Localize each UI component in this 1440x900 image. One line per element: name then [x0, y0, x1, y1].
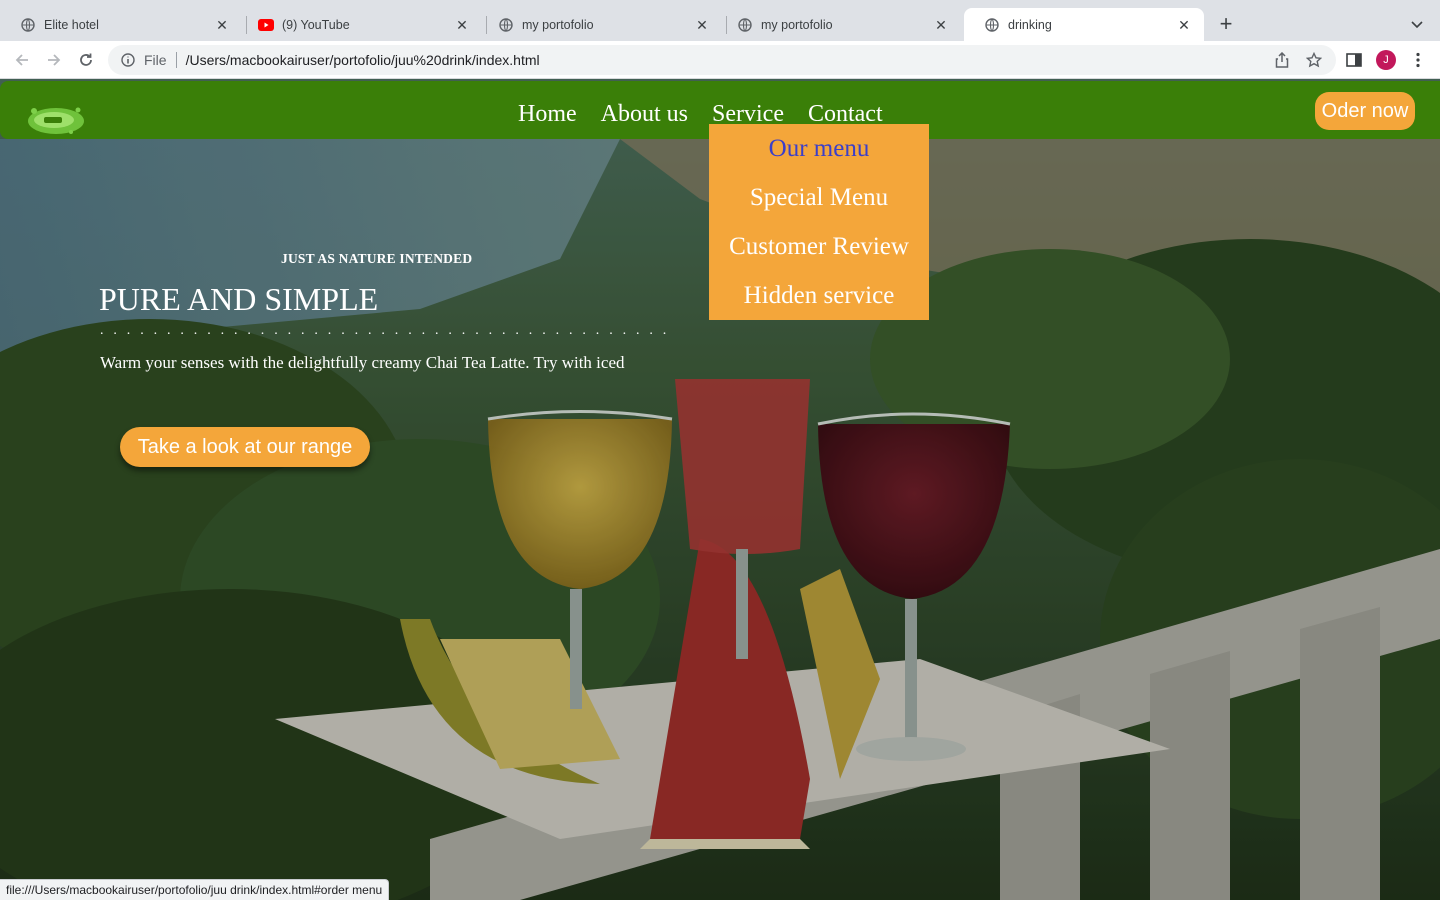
forward-button[interactable] [43, 49, 65, 71]
tab-portfolio-2[interactable]: my portofolio ✕ [717, 8, 961, 41]
back-button[interactable] [11, 49, 33, 71]
tab-strip: Elite hotel ✕ (9) YouTube ✕ my portofoli… [0, 0, 1440, 41]
nav-about-link[interactable]: About us [601, 101, 688, 128]
globe-icon [737, 17, 753, 33]
hero-eyebrow: JUST AS NATURE INTENDED [281, 251, 473, 266]
site-logo[interactable] [24, 101, 88, 137]
globe-icon [20, 17, 36, 33]
tab-youtube[interactable]: (9) YouTube ✕ [238, 8, 482, 41]
dropdown-item-customer-review[interactable]: Customer Review [709, 222, 929, 271]
nav-home-link[interactable]: Home [518, 101, 577, 128]
dropdown-item-hidden-service[interactable]: Hidden service [709, 271, 929, 320]
url-text[interactable]: /Users/macbookairuser/portofolio/juu%20d… [186, 52, 540, 68]
side-panel-icon [1346, 53, 1362, 67]
tab-search-button[interactable] [1406, 14, 1428, 36]
browser-toolbar: File /Users/macbookairuser/portofolio/ju… [0, 41, 1440, 79]
new-tab-button[interactable]: + [1214, 13, 1238, 37]
view-range-button[interactable]: Take a look at our range [120, 427, 370, 467]
bookmark-button[interactable] [1304, 50, 1324, 70]
hero-headline: PURE AND SIMPLE [99, 281, 379, 317]
info-icon[interactable] [120, 52, 136, 68]
star-icon [1306, 52, 1322, 68]
close-icon[interactable]: ✕ [1176, 17, 1192, 33]
tab-title: drinking [1008, 17, 1052, 32]
address-bar[interactable]: File /Users/macbookairuser/portofolio/ju… [108, 45, 1336, 75]
kebab-menu-icon [1416, 52, 1420, 68]
tab-title: (9) YouTube [282, 17, 350, 32]
hero-divider: . . . . . . . . . . . . . . . . . . . . … [100, 323, 670, 338]
link-status-bubble: file:///Users/macbookairuser/portofolio/… [0, 879, 390, 900]
chevron-down-icon [1411, 21, 1423, 29]
tab-title: Elite hotel [44, 17, 99, 32]
tab-drinking[interactable]: drinking ✕ [964, 8, 1204, 41]
reload-button[interactable] [75, 49, 97, 71]
globe-icon [984, 17, 1000, 33]
profile-avatar[interactable]: J [1376, 50, 1396, 70]
globe-icon [498, 17, 514, 33]
page-viewport: Home About us Service Contact Oder now O… [0, 79, 1440, 900]
url-separator [175, 52, 177, 68]
dropdown-item-special-menu[interactable]: Special Menu [709, 173, 929, 222]
youtube-icon [258, 17, 274, 33]
close-icon[interactable]: ✕ [454, 17, 470, 33]
tab-portfolio-1[interactable]: my portofolio ✕ [478, 8, 722, 41]
dropdown-item-our-menu[interactable]: Our menu [709, 124, 929, 173]
close-icon[interactable]: ✕ [933, 17, 949, 33]
back-arrow-icon [15, 54, 28, 66]
tab-title: my portofolio [761, 17, 833, 32]
service-dropdown-menu: Our menu Special Menu Customer Review Hi… [709, 124, 929, 320]
forward-arrow-icon [48, 54, 61, 66]
side-panel-button[interactable] [1344, 50, 1364, 70]
share-button[interactable] [1272, 50, 1292, 70]
url-scheme: File [144, 52, 167, 68]
tab-elite-hotel[interactable]: Elite hotel ✕ [0, 8, 242, 41]
share-icon [1275, 52, 1289, 68]
order-now-button[interactable]: Oder now [1315, 92, 1415, 130]
hero-description: Warm your senses with the delightfully c… [100, 353, 625, 372]
close-icon[interactable]: ✕ [214, 17, 230, 33]
browser-menu-button[interactable] [1408, 50, 1428, 70]
tab-title: my portofolio [522, 17, 594, 32]
close-icon[interactable]: ✕ [694, 17, 710, 33]
reload-icon [80, 53, 92, 66]
